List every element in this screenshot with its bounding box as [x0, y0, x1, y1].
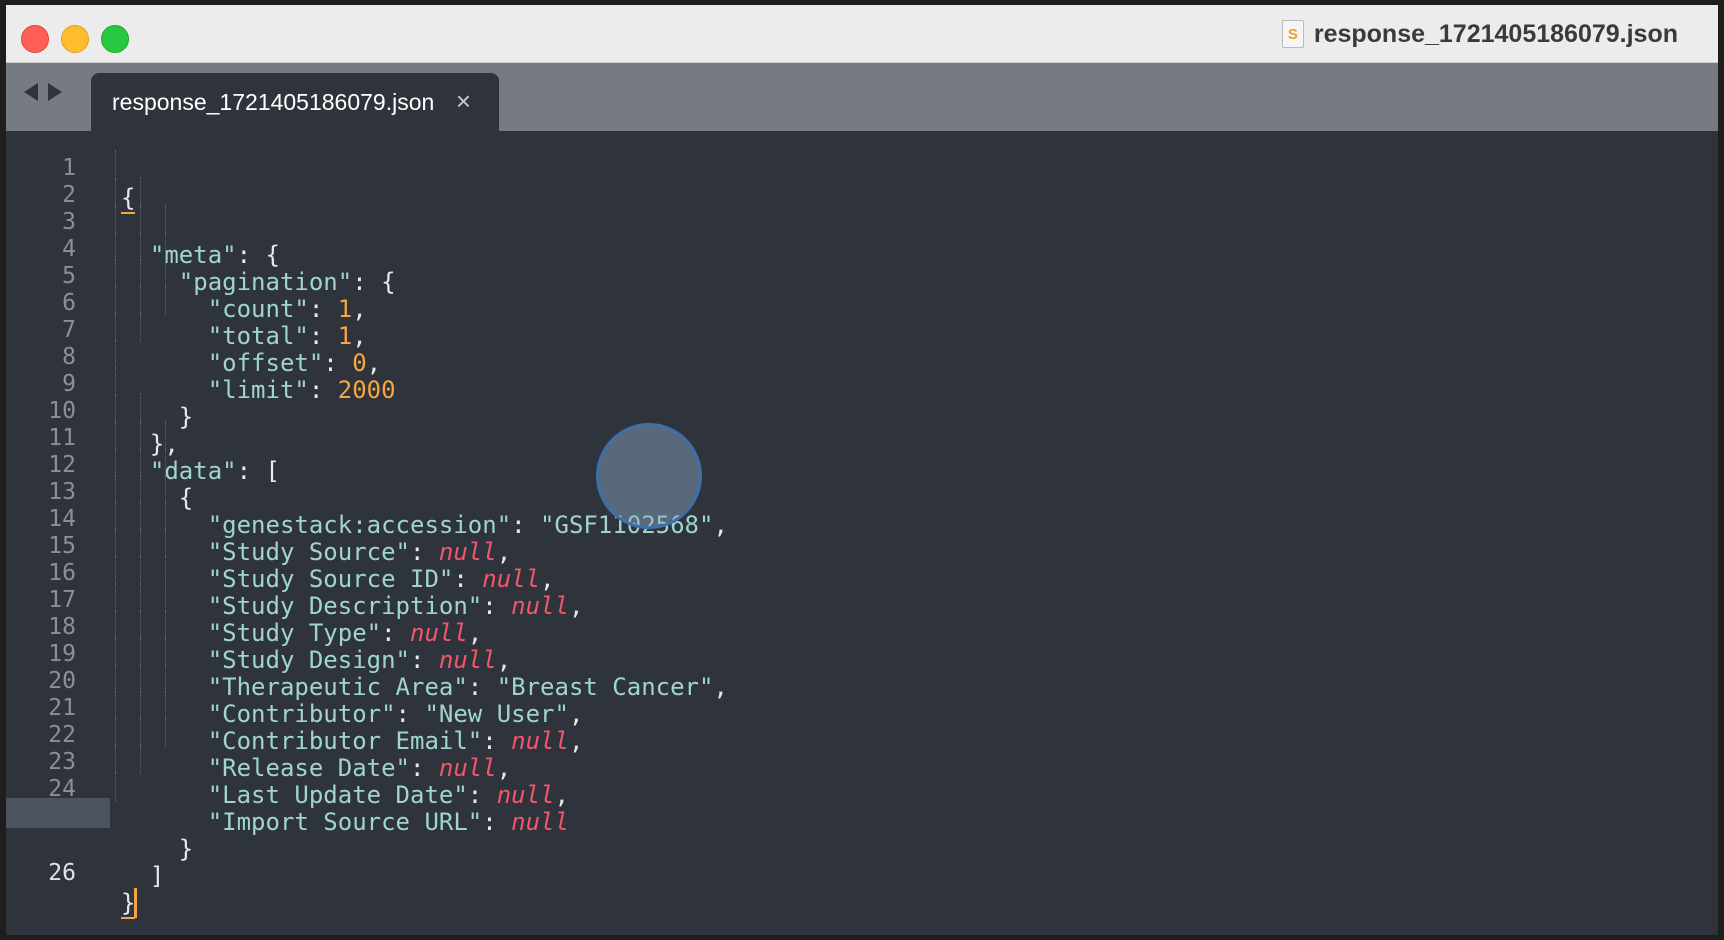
code-line: 11 { — [6, 393, 1718, 512]
code-line: 6 "offset": 0, — [6, 258, 1718, 377]
tab-navigation — [24, 83, 62, 101]
window-title-group: S response_1721405186079.json — [1281, 19, 1678, 49]
close-window-button[interactable] — [21, 25, 49, 53]
code-line: 24 } — [6, 744, 1718, 863]
line-number: 26 — [48, 860, 76, 886]
minimize-window-button[interactable] — [61, 25, 89, 53]
code-line: 22 "Last Update Date": null, — [6, 690, 1718, 809]
zoom-window-button[interactable] — [101, 25, 129, 53]
code-line: 14 "Study Source ID": null, — [6, 474, 1718, 593]
code-line: 20 "Contributor Email": null, — [6, 636, 1718, 755]
code-line: 18 "Therapeutic Area": "Breast Cancer", — [6, 582, 1718, 701]
click-indicator — [596, 423, 702, 529]
code-line: 10 "data": [ — [6, 366, 1718, 485]
code-editor[interactable]: 1 { 2 "meta": { 3 "pagination": { 4 "cou… — [6, 131, 1718, 935]
code-line: 19 "Contributor": "New User", — [6, 609, 1718, 728]
code-line: 15 "Study Description": null, — [6, 501, 1718, 620]
tab-close-icon[interactable]: × — [456, 87, 471, 115]
code-line: 2 "meta": { — [6, 150, 1718, 269]
code-line: 17 "Study Design": null, — [6, 555, 1718, 674]
code-line: 5 "total": 1, — [6, 231, 1718, 350]
code-line: 13 "Study Source": null, — [6, 447, 1718, 566]
text-cursor — [134, 888, 138, 918]
code-line: 12 "genestack:accession": "GSF1102568", — [6, 420, 1718, 539]
window-title: response_1721405186079.json — [1313, 19, 1678, 48]
tab-label: response_1721405186079.json — [112, 88, 435, 115]
next-tab-arrow-icon[interactable] — [48, 83, 62, 101]
editor-window: S response_1721405186079.json response_1… — [6, 5, 1718, 935]
code-line: 16 "Study Type": null, — [6, 528, 1718, 647]
code-line: 23 "Import Source URL": null — [6, 717, 1718, 836]
current-line-highlight — [6, 798, 110, 828]
title-bar: S response_1721405186079.json — [6, 5, 1718, 63]
code-line: 25 ] — [6, 771, 1718, 890]
code-line: 8 } — [6, 312, 1718, 431]
code-line: 7 "limit": 2000 — [6, 285, 1718, 404]
previous-tab-arrow-icon[interactable] — [24, 83, 38, 101]
code-line: 9 }, — [6, 339, 1718, 458]
tab-bar: response_1721405186079.json × — [6, 63, 1718, 131]
code-line: 21 "Release Date": null, — [6, 663, 1718, 782]
code-line: 1 { — [6, 123, 1718, 214]
code-line: 3 "pagination": { — [6, 177, 1718, 296]
code-line-current: 26 } — [6, 798, 1718, 919]
sublime-file-icon: S — [1281, 20, 1304, 48]
code-line: 4 "count": 1, — [6, 204, 1718, 323]
